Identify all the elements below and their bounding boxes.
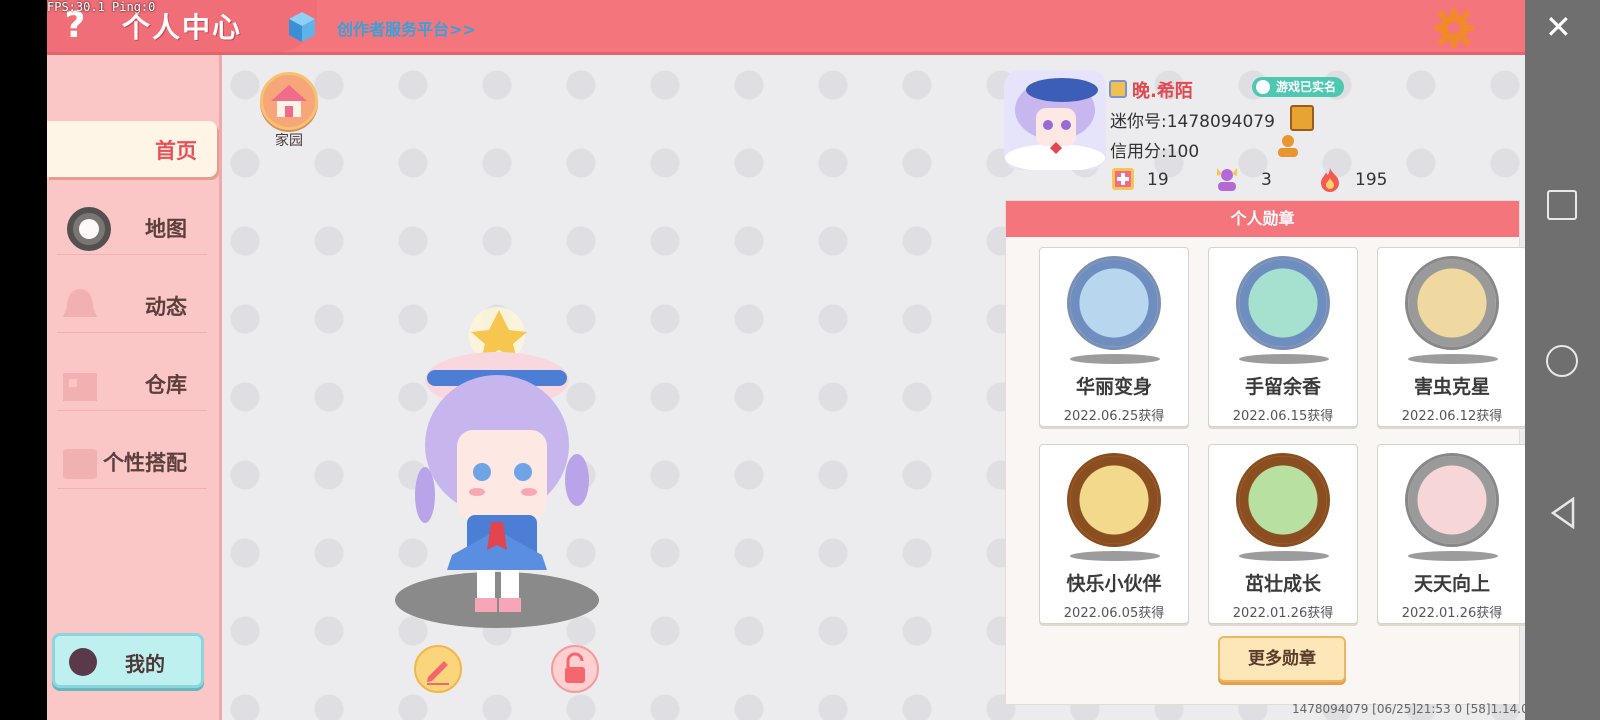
footer-info: 1478094079 [06/25]21:53 0 [58]1.14.0 (1292, 702, 1525, 716)
sidebar-item-label: 首页 (155, 139, 197, 163)
fps-readout: FPS:30.1 Ping:0 (47, 0, 156, 14)
stat-value-a: 19 (1147, 170, 1169, 190)
real-name-verified-badge: 游戏已实名 (1252, 77, 1345, 97)
stat-value-b: 3 (1261, 170, 1272, 190)
unlock-button[interactable] (551, 645, 599, 693)
badge-card[interactable]: 华丽变身 2022.06.25获得 (1039, 247, 1189, 427)
personal-center-screen: ? 个人中心 创作者服务平台>> FPS:30.1 Ping:0 首页 地图 动… (47, 0, 1525, 720)
badge-card[interactable]: 天天向上 2022.01.26获得 (1377, 444, 1525, 624)
fire-icon (1317, 166, 1343, 192)
back-triangle-icon[interactable] (1549, 496, 1577, 533)
badge-panel-title: 个人勋章 (1006, 201, 1519, 237)
mini-id: 迷你号:1478094079 (1110, 112, 1275, 132)
badge-medal-silver (1067, 256, 1161, 350)
badge-shadow (1408, 354, 1498, 364)
badge-panel: 个人勋章 华丽变身 2022.06.25获得 手留余香 2022.06.15获得… (1005, 200, 1525, 705)
badge-name: 天天向上 (1413, 573, 1490, 595)
badge-medal-bronze (1067, 453, 1161, 547)
person-card-icon[interactable] (1275, 133, 1301, 159)
sidebar-item-label: 个性搭配 (103, 451, 187, 475)
sidebar-item-warehouse[interactable]: 仓库 (57, 355, 207, 411)
avatar (69, 648, 97, 676)
badge-medal-iron (1405, 453, 1499, 547)
badge-card[interactable]: 害虫克星 2022.06.12获得 (1377, 247, 1525, 427)
badge-shadow (1070, 551, 1160, 561)
sidebar: 首页 地图 动态 仓库 个性搭配 我的 (47, 55, 222, 720)
sidebar-item-label: 地图 (145, 217, 187, 241)
bell-icon (57, 283, 103, 329)
badge-card[interactable]: 手留余香 2022.06.15获得 (1208, 247, 1358, 427)
name-badge-icon (1109, 80, 1127, 98)
left-bezel (0, 0, 47, 720)
badge-name: 手留余香 (1244, 376, 1321, 398)
badge-date: 2022.06.12获得 (1401, 409, 1503, 424)
creator-platform-link[interactable]: 创作者服务平台>> (337, 16, 476, 40)
more-badges-button[interactable]: 更多勋章 (1218, 636, 1346, 682)
recent-apps-icon[interactable] (1547, 190, 1577, 220)
credit-score: 信用分:100 (1110, 142, 1200, 162)
gear-icon[interactable] (1432, 6, 1476, 50)
badge-card[interactable]: 快乐小伙伴 2022.06.05获得 (1039, 444, 1189, 624)
badge-medal-silver (1236, 256, 1330, 350)
copy-icon[interactable] (1290, 105, 1314, 131)
badge-name: 茁壮成长 (1244, 573, 1321, 595)
badge-card[interactable]: 茁壮成长 2022.01.26获得 (1208, 444, 1358, 624)
badge-medal-iron (1405, 256, 1499, 350)
homeland-label: 家园 (275, 133, 303, 149)
badge-shadow (1239, 354, 1329, 364)
user-name: 晚.希陌 (1132, 81, 1193, 102)
badge-date: 2022.01.26获得 (1401, 606, 1503, 621)
home-circle-icon[interactable] (1546, 345, 1578, 377)
fans-icon (1214, 166, 1240, 192)
sidebar-item-home[interactable]: 首页 (47, 121, 217, 177)
sidebar-item-feed[interactable]: 动态 (57, 277, 207, 333)
warehouse-icon (57, 361, 103, 407)
badge-date: 2022.06.05获得 (1063, 606, 1165, 621)
outfit-icon (57, 439, 103, 485)
my-button[interactable]: 我的 (52, 633, 204, 688)
badge-shadow (1070, 354, 1160, 364)
stat-value-c: 195 (1355, 170, 1388, 190)
plus-frame-icon (1110, 166, 1136, 192)
creator-cube-icon[interactable] (287, 10, 317, 44)
badge-date: 2022.06.15获得 (1232, 409, 1334, 424)
badge-name: 华丽变身 (1075, 376, 1152, 398)
badge-date: 2022.01.26获得 (1232, 606, 1334, 621)
sidebar-item-map[interactable]: 地图 (57, 199, 207, 255)
sidebar-item-outfit[interactable]: 个性搭配 (57, 433, 207, 489)
android-nav-bar: ✕ (1525, 0, 1600, 720)
my-button-label: 我的 (125, 652, 165, 676)
sidebar-item-label: 动态 (145, 295, 187, 319)
sidebar-item-label: 仓库 (145, 373, 187, 397)
map-icon (67, 207, 111, 251)
close-icon[interactable]: ✕ (1545, 8, 1572, 46)
badge-date: 2022.06.25获得 (1063, 409, 1165, 424)
edit-button[interactable] (414, 645, 462, 693)
badge-shadow (1239, 551, 1329, 561)
badge-shadow (1408, 551, 1498, 561)
home-icon (47, 127, 93, 173)
player-avatar-figure[interactable] (367, 300, 627, 640)
homeland-button[interactable] (260, 72, 318, 130)
badge-name: 快乐小伙伴 (1066, 573, 1162, 595)
header-bar: ? 个人中心 创作者服务平台>> (47, 0, 1525, 55)
profile-avatar[interactable] (1004, 70, 1106, 170)
badge-medal-bronze (1236, 453, 1330, 547)
badge-name: 害虫克星 (1413, 376, 1490, 398)
